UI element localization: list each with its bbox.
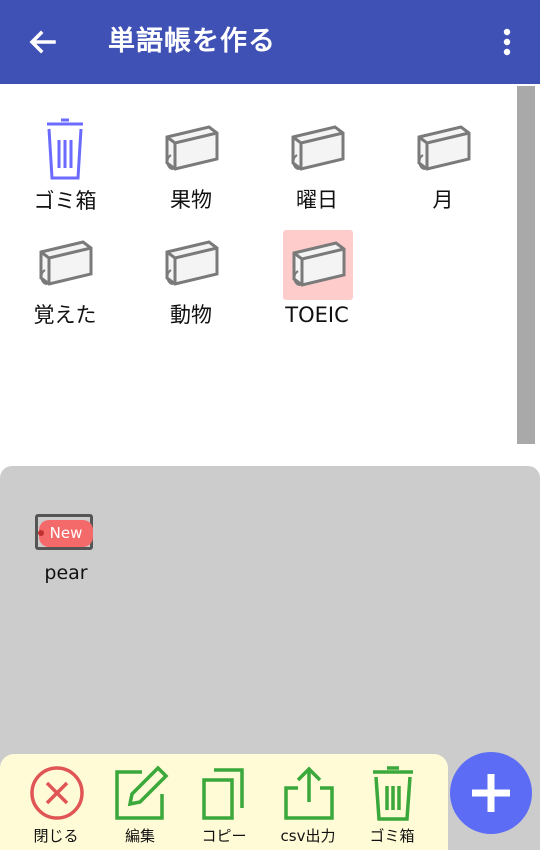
card-label: pear <box>44 562 88 584</box>
folder-animals[interactable]: 動物 <box>136 238 246 330</box>
folder-label: ゴミ箱 <box>33 189 97 213</box>
close-label: 閉じる <box>33 827 79 845</box>
copy-label: コピー <box>201 827 247 845</box>
trash-button[interactable]: ゴミ箱 <box>353 764 431 848</box>
folder-trash[interactable]: ゴミ箱 <box>10 118 120 213</box>
card-box-icon <box>165 240 219 286</box>
word-card[interactable]: New pear <box>30 510 102 596</box>
folder-label: 覚えた <box>33 303 97 327</box>
arrow-left-icon[interactable] <box>26 26 58 58</box>
copy-button[interactable]: コピー <box>185 764 263 848</box>
more-vertical-icon[interactable] <box>494 24 520 60</box>
csv-export-button[interactable]: csv出力 <box>269 764 347 848</box>
folder-memorized[interactable]: 覚えた <box>10 238 120 330</box>
card-box-icon <box>291 125 345 171</box>
card-box-icon <box>165 125 219 171</box>
card-box-icon <box>39 240 93 286</box>
new-badge: New <box>39 520 93 547</box>
folder-fruits[interactable]: 果物 <box>136 123 246 215</box>
trash-icon <box>47 118 83 180</box>
edit-button[interactable]: 編集 <box>101 764 179 848</box>
pencil-icon <box>115 765 169 820</box>
folder-months[interactable]: 月 <box>388 123 498 215</box>
badge-dot <box>38 530 44 536</box>
folder-label: TOEIC <box>285 303 349 327</box>
plus-icon <box>472 774 510 812</box>
close-button[interactable]: 閉じる <box>17 764 95 848</box>
folder-label: 月 <box>432 188 454 212</box>
bottom-toolbar: 閉じる 編集 コピー csv出力 ゴミ箱 <box>0 754 448 850</box>
page-title: 単語帳を作る <box>108 26 276 57</box>
folder-toeic[interactable]: TOEIC <box>262 230 372 327</box>
scrollbar[interactable] <box>517 86 535 444</box>
trash-label: ゴミ箱 <box>369 827 415 845</box>
app-bar: 単語帳を作る <box>0 0 540 84</box>
close-icon <box>30 766 84 820</box>
trash-icon <box>373 766 413 821</box>
add-fab-button[interactable] <box>450 752 532 834</box>
card-box-icon <box>292 241 346 287</box>
folder-label: 曜日 <box>296 188 338 212</box>
card-box-icon <box>417 125 471 171</box>
csv-export-label: csv出力 <box>280 827 336 845</box>
copy-icon <box>202 768 244 820</box>
folder-label: 動物 <box>170 303 212 327</box>
share-upload-icon <box>284 766 334 820</box>
folder-label: 果物 <box>170 188 212 212</box>
edit-label: 編集 <box>124 827 155 845</box>
selected-highlight <box>283 230 353 300</box>
folder-weekdays[interactable]: 曜日 <box>262 123 372 215</box>
